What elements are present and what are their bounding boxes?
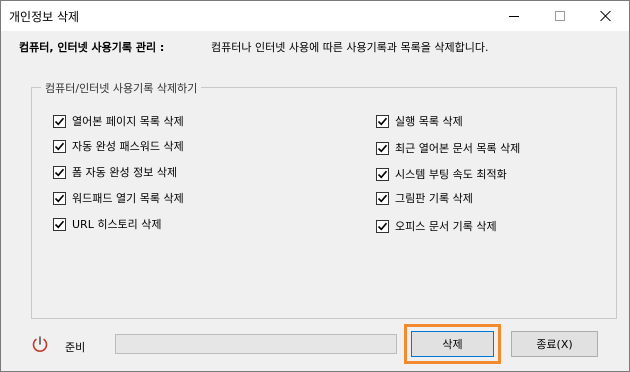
checkbox-box[interactable] (53, 114, 66, 128)
checkbox-label: 열어본 페이지 목록 삭제 (72, 115, 184, 128)
maximize-button[interactable] (537, 1, 583, 31)
checkbox-box[interactable] (376, 191, 389, 205)
checkbox-box[interactable] (376, 114, 389, 128)
window-title: 개인정보 삭제 (9, 10, 80, 24)
checkbox-label: 시스템 부팅 속도 최적화 (395, 168, 507, 181)
checkbox-visited-pages[interactable]: 열어본 페이지 목록 삭제 (53, 113, 184, 129)
checkbox-box[interactable] (53, 139, 66, 153)
title-bar[interactable]: 개인정보 삭제 (1, 1, 629, 31)
checkbox-run-list[interactable]: 실행 목록 삭제 (376, 113, 463, 129)
checkbox-label: URL 히스토리 삭제 (72, 218, 162, 231)
checkbox-box[interactable] (53, 191, 66, 205)
checkbox-box[interactable] (53, 165, 66, 179)
checkmark-icon (377, 222, 388, 230)
checkmark-icon (54, 117, 65, 125)
checkmark-icon (377, 144, 388, 152)
checkbox-box[interactable] (376, 167, 389, 181)
status-text: 준비 (65, 341, 86, 354)
header-label: 컴퓨터, 인터넷 사용기록 관리 : (19, 41, 165, 54)
checkbox-label: 오피스 문서 기록 삭제 (395, 220, 497, 233)
checkbox-box[interactable] (53, 217, 66, 231)
maximize-icon (555, 11, 565, 21)
privacy-delete-window: 개인정보 삭제 컴퓨터, 인터넷 사용기록 관리 : 컴퓨터나 인터넷 사용에 … (0, 0, 630, 372)
checkbox-label: 워드패드 열기 목록 삭제 (72, 192, 184, 205)
checkmark-icon (54, 220, 65, 228)
checkbox-boot-optimize[interactable]: 시스템 부팅 속도 최적화 (376, 166, 507, 182)
exit-button[interactable]: 종료(X) (511, 331, 598, 357)
checkbox-box[interactable] (376, 219, 389, 233)
checkbox-url-history[interactable]: URL 히스토리 삭제 (53, 216, 162, 232)
power-status-icon (32, 336, 48, 352)
checkbox-office-history[interactable]: 오피스 문서 기록 삭제 (376, 218, 497, 234)
checkbox-wordpad-recent[interactable]: 워드패드 열기 목록 삭제 (53, 190, 184, 206)
checkmark-icon (377, 194, 388, 202)
header-description: 컴퓨터나 인터넷 사용에 따른 사용기록과 목록을 삭제합니다. (211, 41, 489, 54)
checkbox-autocomplete-passwords[interactable]: 자동 완성 패스워드 삭제 (53, 138, 184, 154)
close-icon (600, 10, 612, 22)
minimize-icon (509, 15, 519, 17)
checkbox-label: 폼 자동 완성 정보 삭제 (72, 166, 178, 179)
checkmark-icon (377, 117, 388, 125)
checkbox-form-autocomplete[interactable]: 폼 자동 완성 정보 삭제 (53, 164, 177, 180)
checkbox-box[interactable] (376, 141, 389, 155)
minimize-button[interactable] (491, 1, 537, 31)
delete-button[interactable]: 삭제 (411, 331, 494, 357)
progress-bar (115, 334, 397, 354)
close-window-button[interactable] (583, 1, 629, 31)
groupbox-legend: 컴퓨터/인터넷 사용기록 삭제하기 (41, 80, 202, 96)
checkbox-label: 자동 완성 패스워드 삭제 (72, 140, 184, 153)
checkmark-icon (54, 194, 65, 202)
checkbox-recent-documents[interactable]: 최근 열어본 문서 목록 삭제 (376, 140, 520, 156)
checkmark-icon (54, 168, 65, 176)
checkbox-paint-history[interactable]: 그림판 기록 삭제 (376, 190, 473, 206)
checkbox-label: 그림판 기록 삭제 (395, 192, 473, 205)
checkbox-label: 실행 목록 삭제 (395, 115, 463, 128)
checkbox-label: 최근 열어본 문서 목록 삭제 (395, 142, 521, 155)
checkmark-icon (377, 170, 388, 178)
checkmark-icon (54, 142, 65, 150)
